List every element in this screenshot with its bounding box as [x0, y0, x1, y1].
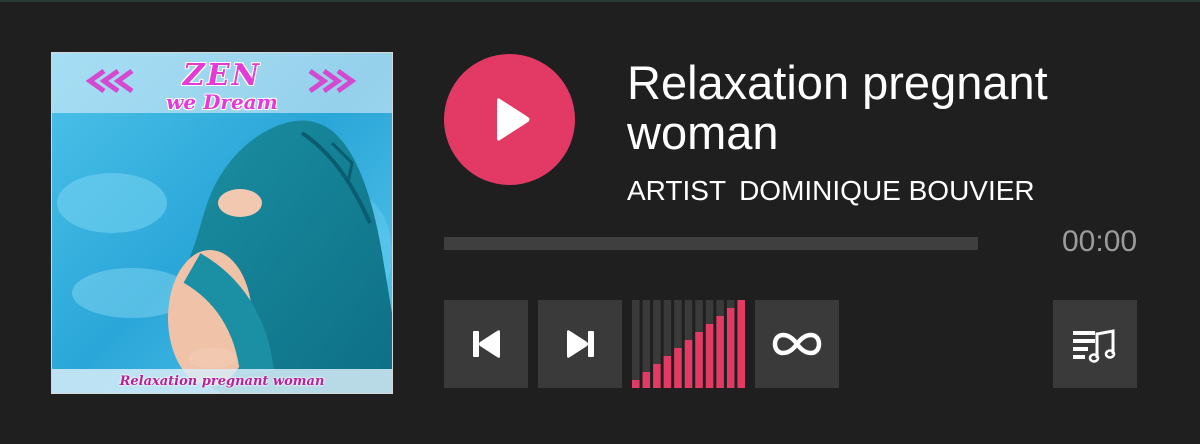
infinity-loop-icon — [772, 332, 822, 356]
volume-bar-level — [663, 356, 672, 388]
volume-bar-track — [632, 300, 640, 388]
cover-logo-subtitle: we Dream — [166, 90, 278, 114]
volume-control[interactable] — [632, 300, 745, 388]
play-button[interactable] — [444, 54, 575, 185]
cover-logo-title: ZEN — [182, 58, 262, 93]
play-icon — [497, 98, 530, 141]
volume-bar-level — [674, 348, 682, 388]
album-cover: ZEN we Dream Relaxation pregnant woman — [51, 52, 393, 394]
volume-bar-level — [705, 324, 714, 388]
volume-bars — [632, 300, 745, 388]
volume-bar-level — [737, 300, 745, 388]
volume-bar-level — [642, 372, 651, 388]
skip-next-icon — [567, 330, 594, 358]
volume-bar-level — [716, 316, 724, 388]
audio-player: ZEN we Dream Relaxation pregnant woman R… — [0, 0, 1200, 444]
volume-bar-level — [695, 332, 703, 388]
playlist-button[interactable] — [1053, 300, 1137, 388]
volume-bar-level — [653, 364, 661, 388]
previous-button[interactable] — [444, 300, 528, 388]
artist-row: ARTIST DOMINIQUE BOUVIER — [627, 174, 1035, 208]
cover-logo: ZEN we Dream — [52, 58, 392, 114]
artist-label: ARTIST — [627, 175, 727, 206]
volume-bar-level — [726, 308, 735, 388]
volume-bar-level — [632, 380, 640, 388]
playlist-music-icon — [1073, 329, 1116, 363]
next-button[interactable] — [538, 300, 622, 388]
volume-bar-level — [684, 340, 693, 388]
cover-caption: Relaxation pregnant woman — [119, 374, 325, 389]
skip-previous-icon — [473, 330, 500, 358]
loop-button[interactable] — [755, 300, 839, 388]
progress-bar[interactable] — [444, 237, 978, 250]
artist-name: DOMINIQUE BOUVIER — [739, 175, 1035, 206]
time-display: 00:00 — [1062, 225, 1138, 258]
track-title: Relaxation pregnant woman — [627, 56, 1048, 159]
